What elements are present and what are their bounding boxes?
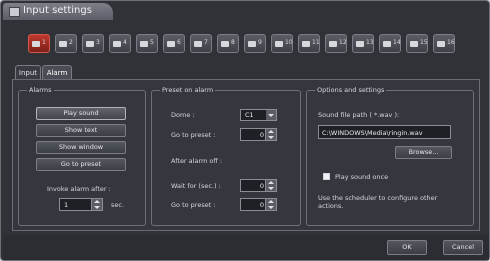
wait-for-stepper[interactable]: 0 [240, 179, 277, 192]
invoke-alarm-label: Invoke alarm after : [47, 185, 111, 193]
input-settings-window: Input settings 1 2 3 4 5 6 7 8 9 10 11 1… [0, 0, 490, 261]
invoke-unit-label: sec. [111, 201, 125, 209]
camera-button-3[interactable]: 3 [82, 34, 104, 53]
camera-icon [437, 41, 445, 47]
camera-icon [140, 41, 148, 47]
go-to-preset-after-label: Go to preset : [171, 201, 216, 209]
dome-label: Dome : [171, 111, 195, 119]
camera-icon [59, 41, 67, 47]
arrow-up-icon[interactable] [268, 200, 274, 203]
wait-for-label: Wait for (sec.) : [171, 182, 221, 190]
arrow-down-icon[interactable] [94, 206, 100, 209]
camera-icon [275, 41, 283, 47]
go-to-preset-after-stepper[interactable]: 0 [240, 198, 277, 211]
preset-on-alarm-group: Preset on alarm Dome : C1 Go to preset :… [151, 86, 301, 226]
cancel-button[interactable]: Cancel [443, 240, 483, 255]
sound-path-input[interactable]: C:\WINDOWS\Media\ringin.wav [318, 125, 451, 139]
go-to-preset-button[interactable]: Go to preset [36, 158, 126, 171]
stepper-arrows[interactable] [91, 199, 102, 210]
scheduler-note: Use the scheduler to configure other act… [318, 194, 438, 210]
window-title: Input settings [23, 5, 92, 16]
chevron-down-icon[interactable] [266, 110, 276, 120]
alarms-group: Alarms Play sound Show text Show window … [18, 86, 146, 226]
invoke-delay-value: 1 [64, 201, 69, 209]
camera-button-14[interactable]: 14 [379, 34, 401, 53]
camera-button-5[interactable]: 5 [136, 34, 158, 53]
window-icon [9, 7, 20, 17]
camera-icon [86, 41, 94, 47]
arrow-down-icon[interactable] [268, 206, 274, 209]
play-once-checkbox[interactable] [323, 173, 330, 180]
camera-button-10[interactable]: 10 [271, 34, 293, 53]
camera-button-6[interactable]: 6 [163, 34, 185, 53]
go-to-preset-label: Go to preset : [171, 131, 216, 139]
camera-icon [167, 41, 175, 47]
tab-input[interactable]: Input [15, 65, 41, 79]
camera-button-7[interactable]: 7 [190, 34, 212, 53]
sound-path-label: Sound file path ( *.wav ): [318, 111, 400, 119]
stepper-arrows[interactable] [265, 129, 276, 140]
title-bar[interactable]: Input settings [3, 3, 113, 20]
arrow-up-icon[interactable] [268, 130, 274, 133]
dome-select[interactable]: C1 [240, 109, 277, 121]
after-alarm-off-label: After alarm off : [171, 157, 223, 165]
play-sound-button[interactable]: Play sound [36, 107, 126, 120]
options-settings-group: Options and settings Sound file path ( *… [306, 86, 474, 226]
ok-button[interactable]: OK [387, 240, 427, 255]
camera-icon [113, 41, 121, 47]
camera-button-1[interactable]: 1 [28, 34, 50, 53]
camera-button-16[interactable]: 16 [433, 34, 455, 53]
go-to-preset-stepper[interactable]: 0 [240, 128, 277, 141]
camera-icon [194, 41, 202, 47]
camera-icon [356, 41, 364, 47]
camera-button-4[interactable]: 4 [109, 34, 131, 53]
go-to-preset-value: 0 [259, 131, 264, 139]
footer-bar: OK Cancel [3, 235, 489, 260]
invoke-delay-stepper[interactable]: 1 [59, 198, 103, 211]
camera-icon [32, 41, 40, 47]
arrow-down-icon[interactable] [268, 187, 274, 190]
camera-icon [221, 41, 229, 47]
options-group-label: Options and settings [315, 86, 387, 94]
preset-group-label: Preset on alarm [160, 86, 216, 94]
arrow-down-icon[interactable] [268, 136, 274, 139]
alarms-group-label: Alarms [27, 86, 54, 94]
stepper-arrows[interactable] [265, 199, 276, 210]
stepper-arrows[interactable] [265, 180, 276, 191]
play-once-label: Play sound once [335, 173, 389, 181]
camera-button-9[interactable]: 9 [244, 34, 266, 53]
camera-icon [302, 41, 310, 47]
arrow-up-icon[interactable] [268, 181, 274, 184]
camera-button-12[interactable]: 12 [325, 34, 347, 53]
tab-alarm[interactable]: Alarm [42, 65, 72, 79]
camera-icon [383, 41, 391, 47]
camera-button-11[interactable]: 11 [298, 34, 320, 53]
go-to-preset-after-value: 0 [259, 201, 264, 209]
show-text-button[interactable]: Show text [36, 124, 126, 137]
camera-icon [410, 41, 418, 47]
camera-icon [329, 41, 337, 47]
camera-button-8[interactable]: 8 [217, 34, 239, 53]
alarm-tab-panel: Alarms Play sound Show text Show window … [12, 79, 480, 231]
camera-icon [248, 41, 256, 47]
camera-button-2[interactable]: 2 [55, 34, 77, 53]
camera-button-13[interactable]: 13 [352, 34, 374, 53]
show-window-button[interactable]: Show window [36, 141, 126, 154]
arrow-up-icon[interactable] [94, 200, 100, 203]
dome-value: C1 [245, 111, 254, 119]
browse-button[interactable]: Browse... [395, 146, 452, 159]
camera-button-15[interactable]: 15 [406, 34, 428, 53]
wait-for-value: 0 [259, 182, 264, 190]
